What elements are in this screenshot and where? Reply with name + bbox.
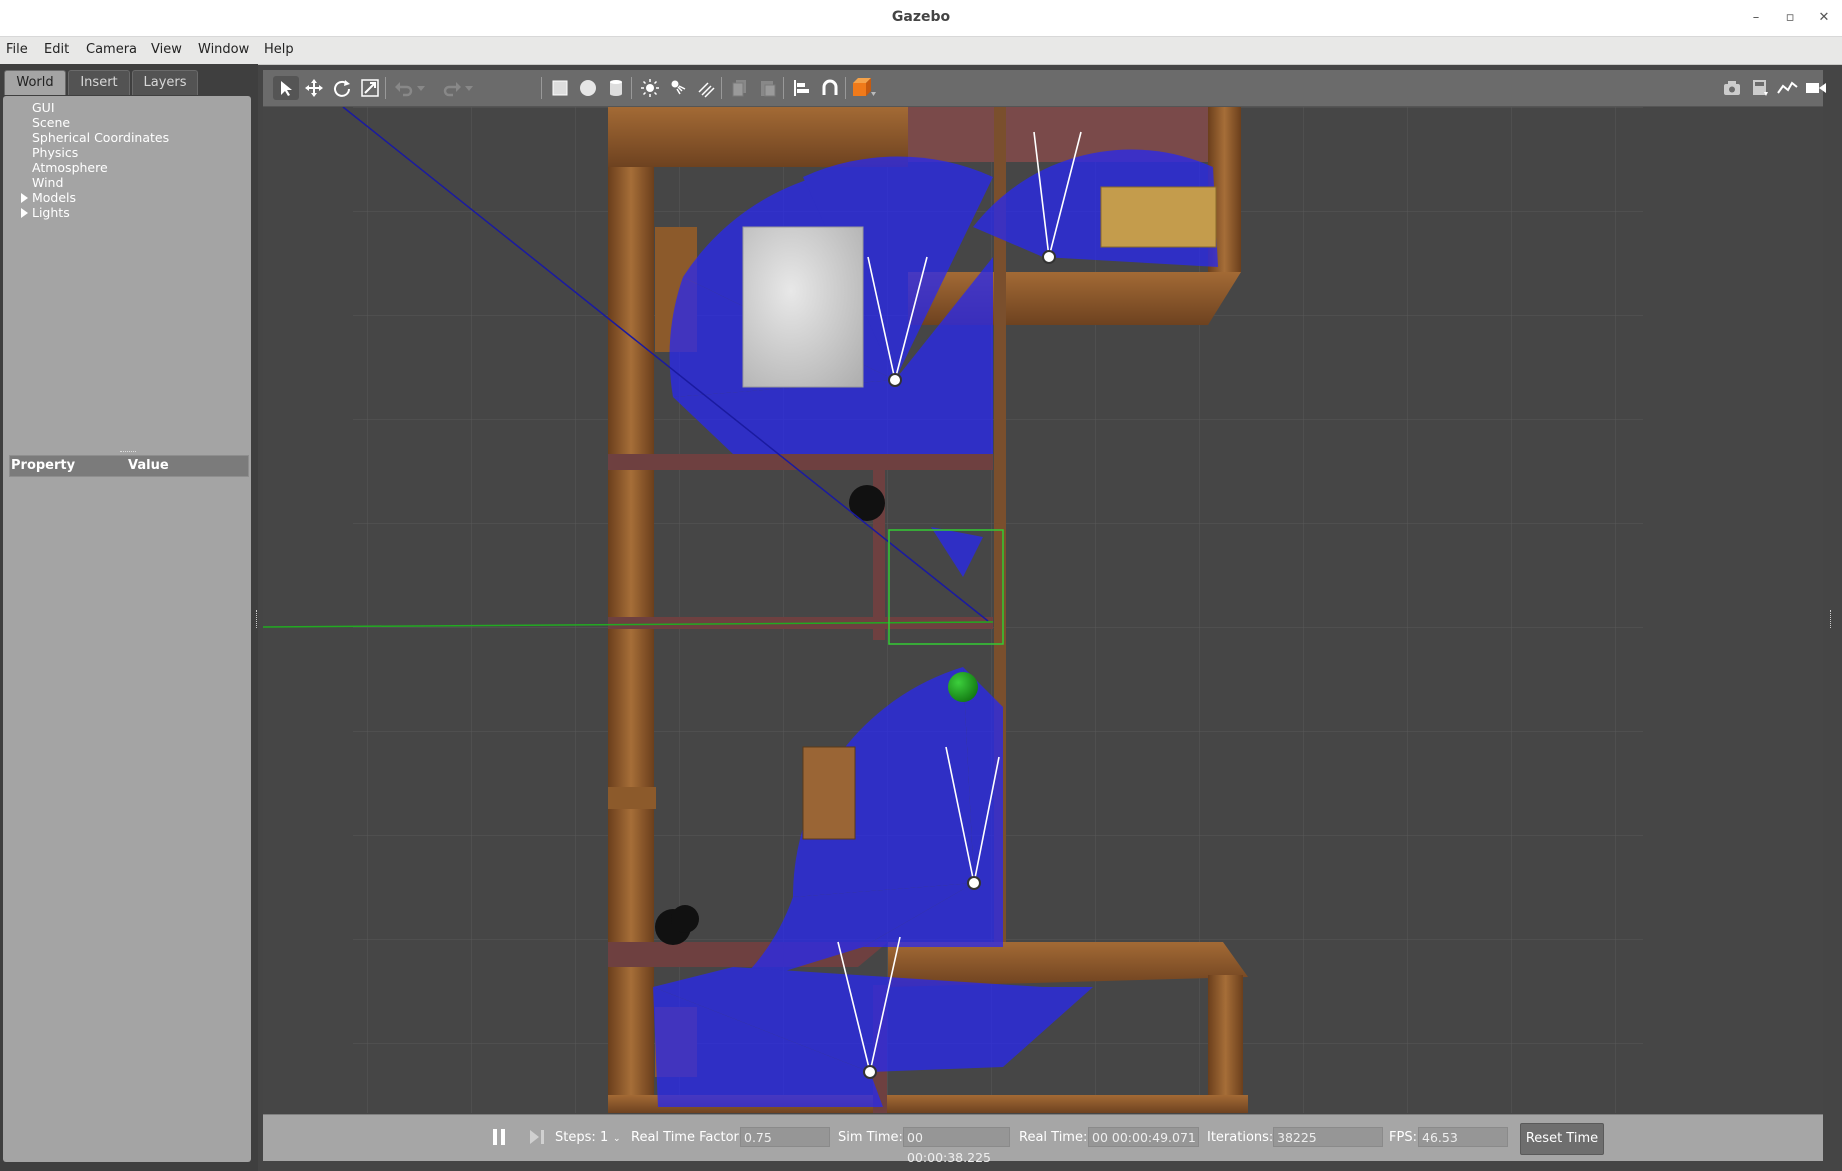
sphere-shape-icon[interactable] — [575, 76, 601, 100]
menu-file[interactable]: File — [6, 42, 28, 57]
snap-magnet-icon[interactable] — [817, 76, 843, 100]
expand-arrow-icon[interactable] — [21, 208, 28, 218]
video-record-icon[interactable] — [1803, 76, 1829, 100]
property-column-header: Property — [11, 458, 76, 473]
steps-spin-icon[interactable]: ⌄ — [613, 1134, 621, 1144]
iterations-field: 38225 — [1273, 1127, 1383, 1147]
tree-item-physics[interactable]: Physics — [32, 145, 78, 160]
directional-light-icon[interactable] — [693, 76, 719, 100]
steps-label: Steps: — [555, 1130, 596, 1145]
menu-camera[interactable]: Camera — [86, 42, 137, 57]
paste-icon[interactable] — [755, 76, 781, 100]
translate-tool-icon[interactable] — [301, 76, 327, 100]
sim-time-field: 00 00:00:38.225 — [903, 1127, 1010, 1165]
tab-layers[interactable]: Layers — [132, 70, 198, 95]
title-bar: Gazebo – ▫ ✕ — [0, 0, 1842, 37]
tab-insert[interactable]: Insert — [68, 70, 130, 95]
3d-viewport[interactable] — [263, 107, 1823, 1113]
plot-icon[interactable] — [1775, 76, 1801, 100]
world-tree-panel: GUI Scene Spherical Coordinates Physics … — [3, 96, 251, 1162]
tree-item-scene[interactable]: Scene — [32, 115, 70, 130]
tree-item-lights[interactable]: Lights — [32, 205, 70, 220]
tree-item-gui[interactable]: GUI — [32, 100, 55, 115]
real-time-factor-label: Real Time Factor: — [631, 1130, 744, 1145]
iterations-label: Iterations: — [1207, 1130, 1274, 1145]
redo-history-dropdown-icon[interactable] — [461, 76, 477, 100]
box-shape-icon[interactable] — [547, 76, 573, 100]
left-panel: World Insert Layers GUI Scene Spherical … — [0, 64, 258, 1171]
real-time-label: Real Time: — [1019, 1130, 1088, 1145]
close-button[interactable]: ✕ — [1812, 6, 1836, 30]
menu-view[interactable]: View — [151, 42, 182, 57]
value-column-header: Value — [128, 458, 169, 473]
tree-item-wind[interactable]: Wind — [32, 175, 63, 190]
menu-help[interactable]: Help — [264, 42, 294, 57]
tree-item-models[interactable]: Models — [32, 190, 76, 205]
select-tool-icon[interactable] — [273, 76, 299, 100]
simulation-status-bar: Steps: 1 ⌄ Real Time Factor: 0.75 Sim Ti… — [263, 1114, 1823, 1165]
step-icon[interactable] — [529, 1128, 545, 1146]
tree-item-atmosphere[interactable]: Atmosphere — [32, 160, 108, 175]
real-time-factor-field: 0.75 — [740, 1127, 830, 1147]
scale-tool-icon[interactable] — [357, 76, 383, 100]
menu-bar: File Edit Camera View Window Help — [0, 37, 1842, 65]
undo-history-dropdown-icon[interactable] — [413, 76, 429, 100]
main-toolbar — [263, 70, 1826, 107]
right-panel-resize-handle[interactable] — [1830, 610, 1835, 628]
left-panel-resize-handle[interactable] — [256, 610, 261, 628]
rotate-tool-icon[interactable] — [329, 76, 355, 100]
window-title: Gazebo — [891, 9, 951, 25]
fps-field: 46.53 — [1418, 1127, 1508, 1147]
pause-icon[interactable] — [491, 1128, 507, 1146]
scene-render[interactable] — [263, 107, 1823, 1113]
spot-light-icon[interactable] — [665, 76, 691, 100]
real-time-field: 00 00:00:49.071 — [1088, 1127, 1199, 1147]
tab-world[interactable]: World — [4, 70, 66, 95]
change-view-icon[interactable] — [851, 76, 877, 100]
property-table-header: Property Value — [9, 455, 249, 477]
screenshot-camera-icon[interactable] — [1719, 76, 1745, 100]
copy-icon[interactable] — [727, 76, 753, 100]
expand-arrow-icon[interactable] — [21, 193, 28, 203]
log-icon[interactable] — [1747, 76, 1773, 100]
cylinder-shape-icon[interactable] — [603, 76, 629, 100]
minimize-button[interactable]: – — [1744, 6, 1768, 30]
maximize-button[interactable]: ▫ — [1778, 6, 1802, 30]
reset-time-button[interactable]: Reset Time — [1520, 1123, 1604, 1155]
align-icon[interactable] — [789, 76, 815, 100]
steps-value[interactable]: 1 — [600, 1130, 608, 1145]
point-light-icon[interactable] — [637, 76, 663, 100]
menu-edit[interactable]: Edit — [44, 42, 69, 57]
menu-window[interactable]: Window — [198, 42, 249, 57]
sim-time-label: Sim Time: — [838, 1130, 903, 1145]
fps-label: FPS: — [1389, 1130, 1417, 1145]
tree-item-spherical-coordinates[interactable]: Spherical Coordinates — [32, 130, 169, 145]
